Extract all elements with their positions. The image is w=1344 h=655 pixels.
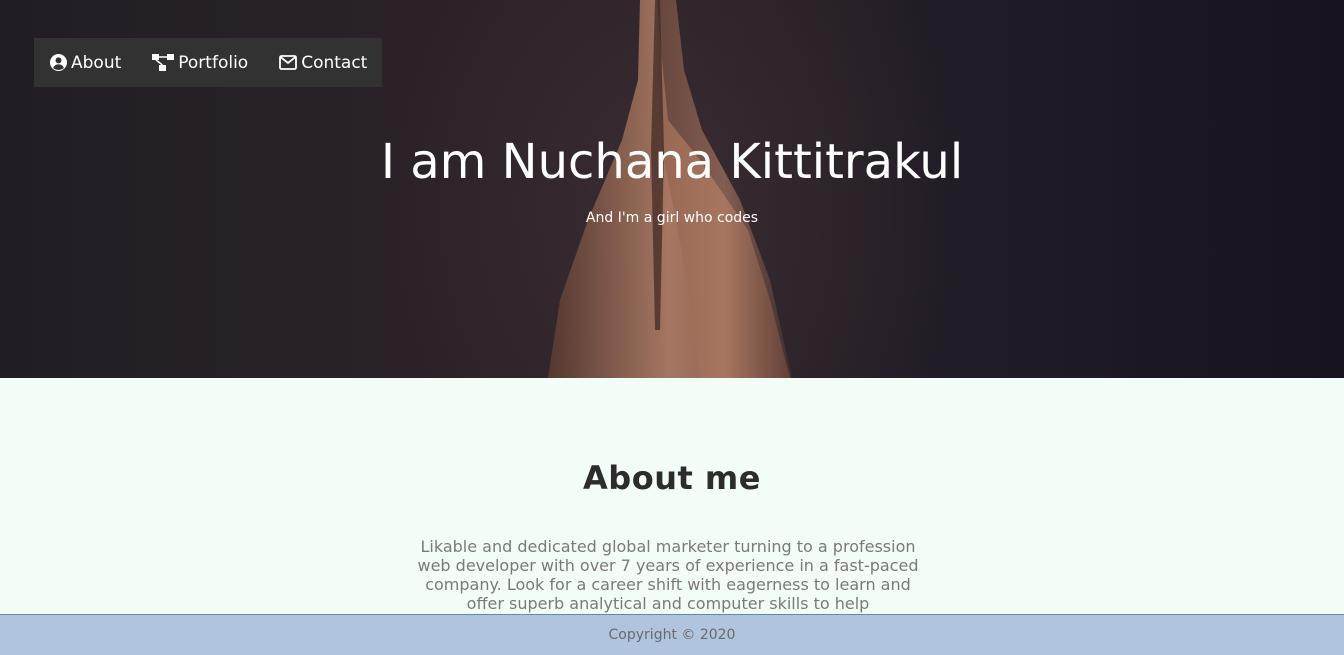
footer: Copyright © 2020 [0, 614, 1344, 655]
nav-item-contact[interactable]: Contact [279, 53, 367, 73]
nav-item-about[interactable]: About [50, 53, 121, 73]
copyright-text: Copyright © 2020 [608, 627, 736, 643]
about-section: About me Likable and dedicated global ma… [0, 378, 1344, 615]
nav-item-label: About [71, 52, 122, 73]
about-text: Likable and dedicated global marketer tu… [417, 537, 919, 613]
sitemap-icon [152, 54, 175, 71]
nav-item-portfolio[interactable]: Portfolio [152, 53, 248, 73]
hero-title: I am Nuchana Kittitrakul [380, 134, 964, 190]
nav-item-label: Contact [301, 52, 368, 73]
envelope-icon [279, 55, 298, 70]
nav-item-label: Portfolio [178, 52, 249, 73]
about-heading: About me [583, 459, 761, 497]
hero-subtitle: And I'm a girl who codes [585, 210, 759, 226]
user-circle-icon [50, 54, 67, 71]
top-navigation: About Portfolio Contact [34, 38, 382, 87]
hero-section: About Portfolio Contact I am Nuchana Kit… [0, 0, 1344, 378]
